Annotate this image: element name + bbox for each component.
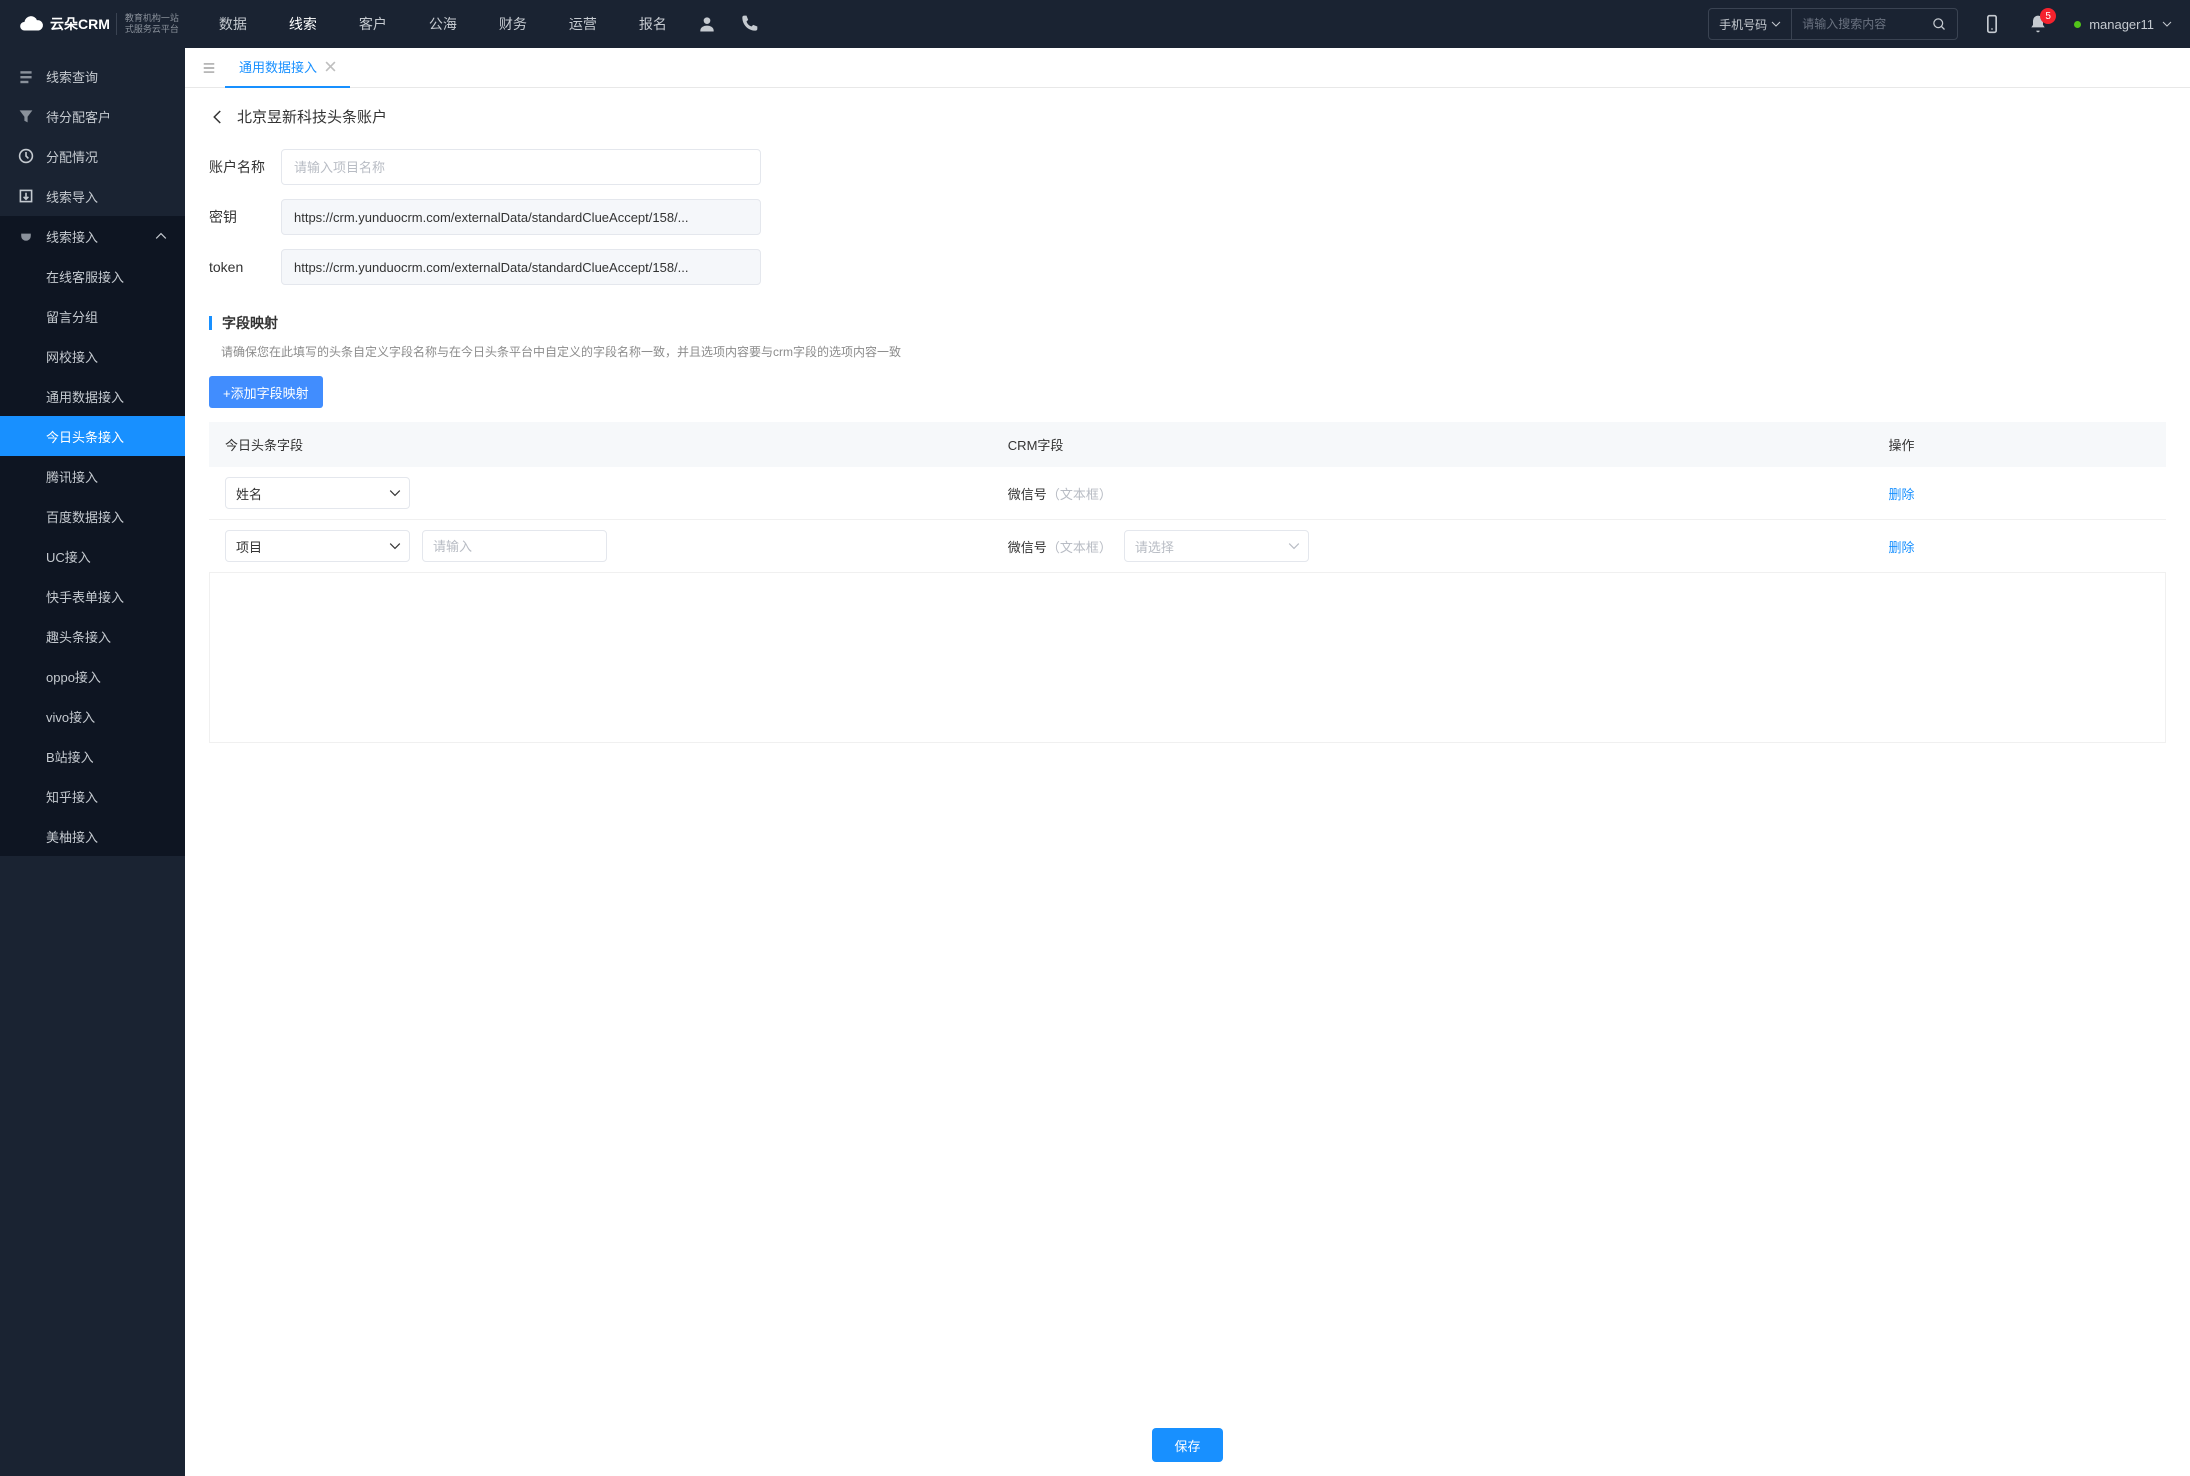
user-menu[interactable]: manager11 (2074, 17, 2172, 32)
back-button[interactable] (209, 108, 227, 126)
toutiao-field-select[interactable]: 项目 (225, 530, 410, 562)
sidebar-item-3[interactable]: 线索导入 (0, 176, 185, 216)
mapping-section-title: 字段映射 (222, 313, 278, 333)
global-search: 手机号码 (1708, 8, 1958, 40)
page-footer: 保存 (185, 1414, 2190, 1476)
col-action: 操作 (1872, 422, 2166, 467)
funnel-icon (18, 108, 34, 124)
save-button[interactable]: 保存 (1152, 1428, 1222, 1462)
chevron-down-icon (389, 487, 401, 499)
collapse-sidebar-button[interactable] (193, 52, 225, 84)
sidebar-subitem-4-4[interactable]: 今日头条接入 (0, 416, 185, 456)
account-name-input[interactable] (281, 149, 761, 185)
main-area: 通用数据接入 北京昱新科技头条账户 账户名称 密钥 to (185, 48, 2190, 1476)
sidebar-subitem-4-6[interactable]: 百度数据接入 (0, 496, 185, 536)
mapping-description: 请确保您在此填写的头条自定义字段名称与在今日头条平台中自定义的字段名称一致，并且… (209, 343, 2166, 360)
status-dot (2074, 21, 2081, 28)
delete-row-link[interactable]: 删除 (1888, 487, 1914, 502)
sidebar-subitem-4-10[interactable]: oppo接入 (0, 656, 185, 696)
notifications-button[interactable]: 5 (2028, 14, 2048, 34)
sidebar-subitem-4-5[interactable]: 腾讯接入 (0, 456, 185, 496)
cloud-icon (18, 11, 44, 37)
sidebar-subitem-4-8[interactable]: 快手表单接入 (0, 576, 185, 616)
toutiao-field-input[interactable] (422, 530, 607, 562)
toutiao-field-select[interactable]: 姓名 (225, 477, 410, 509)
search-type-select[interactable]: 手机号码 (1709, 9, 1792, 39)
sidebar-subitem-4-9[interactable]: 趣头条接入 (0, 616, 185, 656)
chevron-down-icon (1288, 540, 1300, 552)
sidebar-subitem-4-14[interactable]: 美柚接入 (0, 816, 185, 856)
mobile-icon[interactable] (1982, 14, 2002, 34)
topnav-menu: 数据线索客户公海财务运营报名 (201, 0, 685, 48)
sidebar-subitem-4-0[interactable]: 在线客服接入 (0, 256, 185, 296)
tab-general-data[interactable]: 通用数据接入 (225, 48, 350, 88)
sidebar: 线索查询待分配客户分配情况线索导入线索接入在线客服接入留言分组网校接入通用数据接… (0, 48, 185, 1476)
sidebar-subitem-4-3[interactable]: 通用数据接入 (0, 376, 185, 416)
sidebar-subitem-4-2[interactable]: 网校接入 (0, 336, 185, 376)
sidebar-subitem-4-7[interactable]: UC接入 (0, 536, 185, 576)
sidebar-item-0[interactable]: 线索查询 (0, 56, 185, 96)
logo-tagline: 教育机构一站 式服务云平台 (116, 13, 179, 35)
topnav-item-0[interactable]: 数据 (201, 0, 265, 48)
search-icon (1932, 17, 1947, 32)
search-button[interactable] (1922, 17, 1957, 32)
close-icon[interactable] (325, 61, 336, 72)
top-navbar: 云朵CRM 教育机构一站 式服务云平台 数据线索客户公海财务运营报名 手机号码 (0, 0, 2190, 48)
delete-row-link[interactable]: 删除 (1888, 540, 1914, 555)
chevron-up-icon (155, 230, 167, 242)
plug-icon (18, 228, 34, 244)
add-mapping-button[interactable]: +添加字段映射 (209, 376, 323, 408)
sidebar-subitem-4-1[interactable]: 留言分组 (0, 296, 185, 336)
col-toutiao-field: 今日头条字段 (209, 422, 992, 467)
table-row: 姓名 微信号（文本框） 删除 (209, 467, 2166, 520)
chevron-down-icon (389, 540, 401, 552)
topnav-item-3[interactable]: 公海 (411, 0, 475, 48)
crm-field-select[interactable]: 请选择 (1124, 530, 1309, 562)
username: manager11 (2089, 17, 2154, 32)
sidebar-subitem-4-12[interactable]: B站接入 (0, 736, 185, 776)
tab-label: 通用数据接入 (239, 57, 317, 76)
chevron-down-icon (1771, 19, 1781, 29)
section-accent-bar (209, 316, 212, 330)
account-name-label: 账户名称 (209, 157, 281, 177)
secret-input[interactable] (281, 199, 761, 235)
sidebar-item-1[interactable]: 待分配客户 (0, 96, 185, 136)
logo[interactable]: 云朵CRM 教育机构一站 式服务云平台 (18, 11, 179, 37)
page-header: 北京昱新科技头条账户 (209, 106, 2166, 127)
mapping-table: 今日头条字段 CRM字段 操作 姓名微信号（文本框）删除项目微信号（文本框）请选… (209, 422, 2166, 573)
crm-field-label: 微信号（文本框） (1008, 537, 1112, 556)
list-icon (18, 68, 34, 84)
table-row: 项目 微信号（文本框） 请选择 删除 (209, 520, 2166, 573)
sidebar-subitem-4-11[interactable]: vivo接入 (0, 696, 185, 736)
phone-icon[interactable] (739, 14, 759, 34)
crm-field-label: 微信号（文本框） (1008, 484, 1112, 503)
sidebar-item-4[interactable]: 线索接入 (0, 216, 185, 256)
menu-fold-icon (202, 61, 216, 75)
sidebar-item-2[interactable]: 分配情况 (0, 136, 185, 176)
user-add-icon[interactable] (697, 14, 717, 34)
secret-label: 密钥 (209, 207, 281, 227)
topnav-item-5[interactable]: 运营 (551, 0, 615, 48)
clock-icon (18, 148, 34, 164)
page-content: 北京昱新科技头条账户 账户名称 密钥 token 字段映射 (185, 88, 2190, 1414)
logo-text: 云朵CRM (50, 14, 110, 34)
tab-bar: 通用数据接入 (185, 48, 2190, 88)
token-label: token (209, 259, 281, 275)
topnav-item-4[interactable]: 财务 (481, 0, 545, 48)
topnav-item-6[interactable]: 报名 (621, 0, 685, 48)
sidebar-subitem-4-13[interactable]: 知乎接入 (0, 776, 185, 816)
export-icon (18, 188, 34, 204)
table-empty-space (209, 573, 2166, 743)
search-input[interactable] (1792, 17, 1922, 31)
topnav-item-2[interactable]: 客户 (341, 0, 405, 48)
notification-badge: 5 (2040, 8, 2056, 24)
token-input[interactable] (281, 249, 761, 285)
topnav-item-1[interactable]: 线索 (271, 0, 335, 48)
page-title: 北京昱新科技头条账户 (237, 106, 387, 127)
chevron-down-icon (2162, 19, 2172, 29)
col-crm-field: CRM字段 (992, 422, 1873, 467)
